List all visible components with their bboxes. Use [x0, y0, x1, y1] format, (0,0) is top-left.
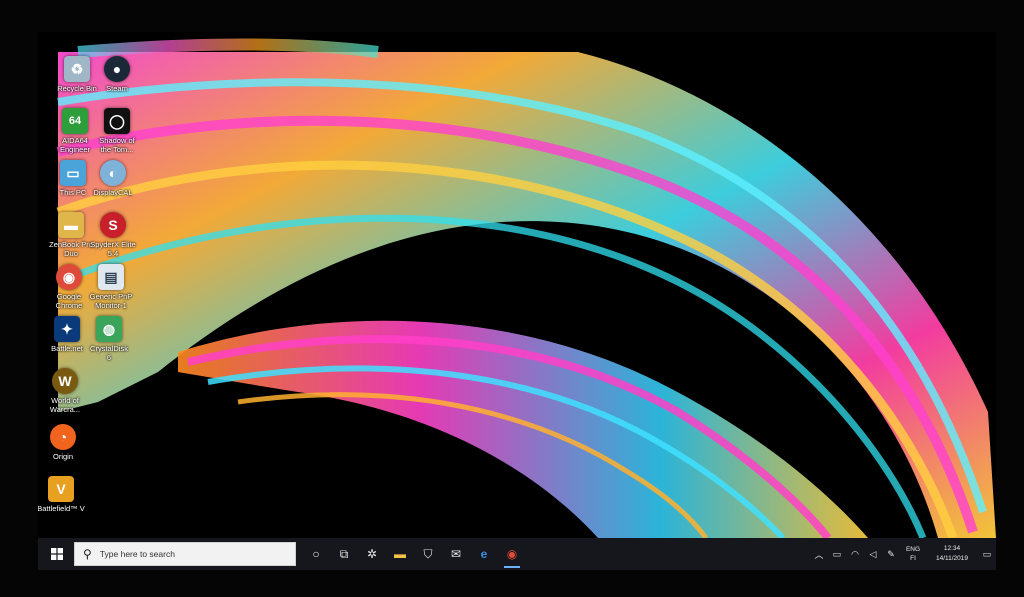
desktop-icon-crystaldisk[interactable]: ◍ CrystalDisk 6	[80, 316, 138, 362]
taskbar-app-store[interactable]: ⛉	[414, 538, 442, 570]
desktop-icon-spyderx[interactable]: S SpyderX Elite 5.4	[84, 212, 142, 258]
search-placeholder: Type here to search	[99, 549, 175, 559]
desktop-icon-displaycal[interactable]: ◐ DisplayCAL	[84, 160, 142, 197]
cortana-button[interactable]: ○	[302, 538, 330, 570]
taskbar-app-edge[interactable]: e	[470, 538, 498, 570]
chevron-up-icon: ︿	[814, 549, 824, 560]
windows-logo-icon	[51, 548, 63, 560]
store-icon: ⛉	[423, 546, 433, 561]
recycle-bin-icon: ♻	[64, 56, 90, 82]
search-icon: ⚲	[83, 547, 92, 561]
show-hidden-icons-button[interactable]: ︿	[810, 538, 828, 570]
this-pc-icon: ▭	[60, 160, 86, 186]
clock[interactable]: 12:34 14/11/2019	[926, 544, 978, 564]
desktop-icon-generic-pnp-monitor[interactable]: ▤ Generic PnP Monitor-1	[82, 264, 140, 310]
battery-icon: ▭	[832, 548, 842, 559]
desktop-icon-steam[interactable]: ● Steam	[88, 56, 146, 93]
volume-button[interactable]: ◁	[864, 538, 882, 570]
taskbar: ⚲ Type here to search ○ ⧉ ✲ ▬ ⛉ ✉ e ◉ ︿ …	[38, 538, 996, 570]
chrome-icon: ◉	[56, 264, 82, 290]
battery-button[interactable]: ▭	[828, 538, 846, 570]
chrome-taskbar-icon: ◉	[506, 547, 518, 561]
pen-icon: ✎	[887, 548, 895, 559]
displaycal-icon: ◐	[100, 160, 126, 186]
crystaldisk-icon: ◍	[96, 316, 122, 342]
desktop-icon-origin[interactable]: ◔ Origin	[38, 424, 92, 461]
taskbar-app-settings[interactable]: ✲	[358, 538, 386, 570]
task-view-icon: ⧉	[339, 546, 349, 561]
start-button[interactable]	[42, 538, 72, 570]
mail-icon: ✉	[450, 547, 462, 561]
clock-date: 14/11/2019	[935, 555, 969, 562]
file-explorer-icon: ▬	[394, 547, 406, 561]
taskbar-search-box[interactable]: ⚲ Type here to search	[74, 542, 296, 566]
shadow-tomb-raider-icon: ◯	[104, 108, 130, 134]
input-language-indicator[interactable]: ENG FI	[900, 545, 926, 563]
desktop-icon-battlefield[interactable]: V Battlefield™ V	[38, 476, 90, 513]
network-button[interactable]: ◠	[846, 538, 864, 570]
taskbar-app-mail[interactable]: ✉	[442, 538, 470, 570]
origin-icon: ◔	[50, 424, 76, 450]
monitor-profile-icon: ▤	[98, 264, 124, 290]
battlefield-icon: V	[48, 476, 74, 502]
settings-app-icon: ✲	[366, 547, 378, 561]
taskbar-app-file-explorer[interactable]: ▬	[386, 538, 414, 570]
system-tray: ︿ ▭ ◠ ◁ ✎ ENG FI 12:34 14/11/2019 ▭	[810, 538, 996, 570]
pen-workspace-button[interactable]: ✎	[882, 538, 900, 570]
desktop-icon-world-of-warcraft[interactable]: W World of Warcra...	[38, 368, 94, 414]
monitor-screen: ♻ Recycle Bin ● Steam 64 AIDA64 Engineer…	[38, 32, 996, 570]
spyderx-icon: S	[100, 212, 126, 238]
taskbar-app-chrome[interactable]: ◉	[498, 538, 526, 570]
desktop-icon-shadow-tomb-raider[interactable]: ◯ Shadow of the Tom...	[88, 108, 146, 154]
action-center-button[interactable]: ▭	[978, 538, 996, 570]
steam-icon: ●	[104, 56, 130, 82]
wifi-icon: ◠	[851, 548, 859, 559]
battlenet-icon: ✦	[54, 316, 80, 342]
desktop-wallpaper	[38, 32, 996, 538]
clock-time: 12:34	[943, 545, 961, 552]
speaker-icon: ◁	[869, 548, 877, 559]
notification-icon: ▭	[982, 548, 992, 559]
aida64-icon: 64	[62, 108, 88, 134]
folder-icon: ▬	[58, 212, 84, 238]
edge-icon: e	[480, 547, 488, 561]
task-view-button[interactable]: ⧉	[330, 538, 358, 570]
world-of-warcraft-icon: W	[52, 368, 78, 394]
cortana-icon: ○	[312, 547, 320, 561]
